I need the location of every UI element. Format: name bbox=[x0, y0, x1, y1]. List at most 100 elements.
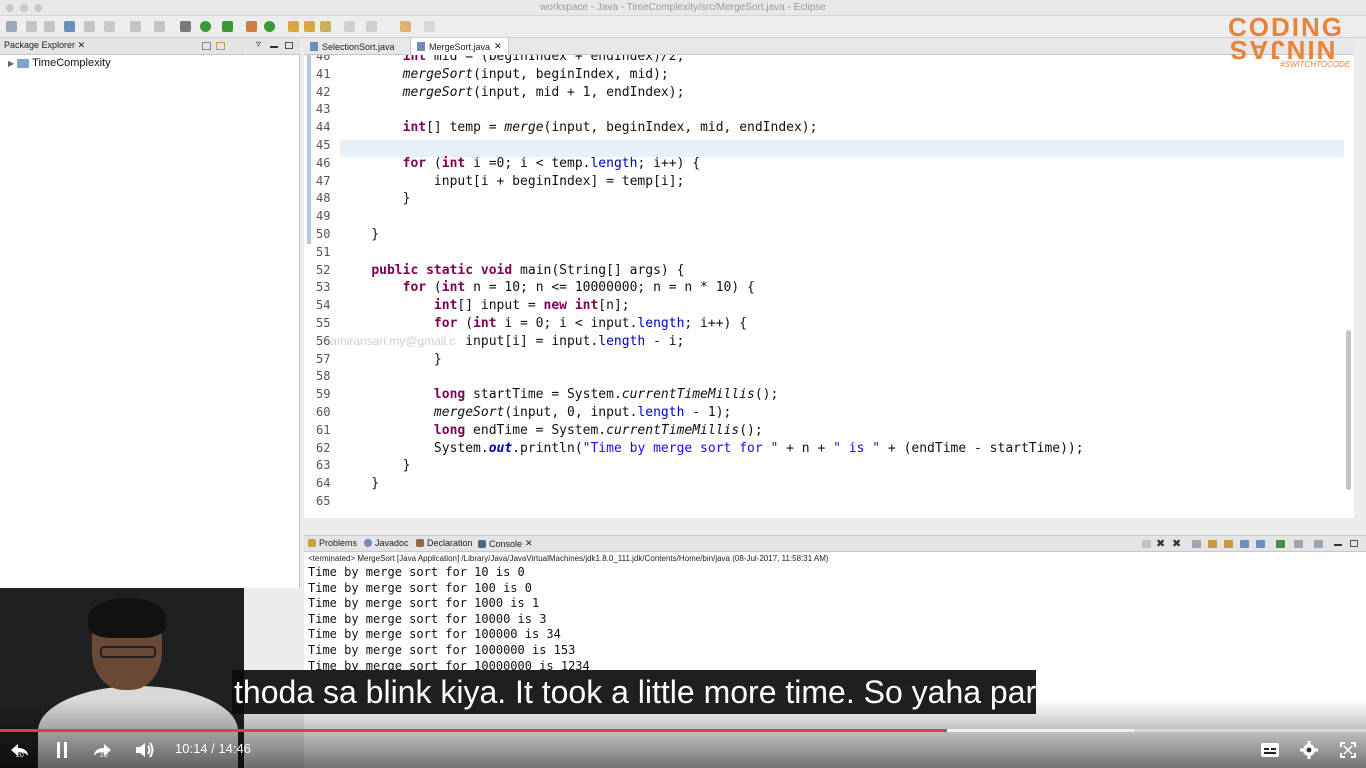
line-number: 62 bbox=[316, 440, 331, 455]
display-selected-console-icon[interactable] bbox=[1294, 540, 1303, 548]
pin-icon[interactable] bbox=[64, 21, 75, 32]
skip-forward-button[interactable]: 20 bbox=[88, 738, 116, 762]
editor-scrollbar[interactable] bbox=[1346, 330, 1351, 490]
remove-all-icon[interactable]: ✖ bbox=[1172, 537, 1181, 550]
line-number: 41 bbox=[316, 66, 331, 81]
tab-console[interactable]: Console ✕ bbox=[478, 538, 533, 549]
new-java-class-icon[interactable] bbox=[264, 21, 275, 32]
toggle-breadcrumb-icon[interactable] bbox=[84, 21, 95, 32]
line-code: int[] temp = merge(input, beginIndex, mi… bbox=[402, 120, 818, 136]
line-code: } bbox=[340, 227, 380, 242]
package-explorer-tabbar: Package Explorer ✕ ⋮ ▿ bbox=[0, 38, 300, 55]
debug-icon[interactable] bbox=[180, 21, 191, 32]
line-number: 63 bbox=[316, 458, 331, 473]
tab-label: Console bbox=[489, 538, 523, 549]
view-menu-icon[interactable]: ⋮ bbox=[238, 41, 247, 52]
current-line-highlight bbox=[340, 140, 1344, 157]
presenter-hair bbox=[88, 598, 166, 638]
package-explorer-tab-label: Package Explorer bbox=[4, 40, 76, 50]
open-type-icon[interactable] bbox=[288, 21, 299, 32]
code-text-area[interactable]: 40 int mid = (beginIndex + endIndex)/2; 4… bbox=[304, 55, 1354, 518]
line-code: System.out.println("Time by merge sort f… bbox=[340, 440, 1084, 456]
line-number: 61 bbox=[316, 422, 331, 437]
line-number: 44 bbox=[316, 120, 331, 135]
clear-console-icon[interactable] bbox=[1192, 540, 1201, 548]
console-icon bbox=[478, 539, 486, 548]
pin-console-icon[interactable] bbox=[1276, 540, 1285, 548]
remove-launch-icon[interactable]: ✖ bbox=[1156, 537, 1165, 550]
coding-ninjas-logo: CODING NINJAS #SWITCHTOCODE bbox=[1228, 12, 1358, 72]
forward-icon[interactable] bbox=[424, 21, 435, 32]
maximize-view-icon[interactable] bbox=[285, 42, 293, 49]
tab-mergesort[interactable]: MergeSort.java ✕ bbox=[410, 38, 509, 55]
scroll-lock-icon[interactable] bbox=[1208, 540, 1217, 548]
change-ruler bbox=[307, 55, 311, 244]
maximize-view-icon[interactable] bbox=[1350, 540, 1358, 547]
line-code: input[i + beginIndex] = temp[i]; bbox=[340, 173, 685, 189]
console-output-line: Time by merge sort for 1000000 is 153 bbox=[308, 643, 576, 657]
progress-played bbox=[0, 729, 947, 732]
line-number: 60 bbox=[316, 405, 331, 419]
line-number: 46 bbox=[316, 155, 331, 170]
save-icon[interactable] bbox=[26, 21, 37, 32]
expand-arrow-icon[interactable]: ▶ bbox=[8, 59, 14, 68]
window-titlebar: workspace - Java - TimeComplexity/src/Me… bbox=[0, 0, 1366, 16]
mark-occurrences-icon[interactable] bbox=[130, 21, 141, 32]
back-icon[interactable] bbox=[400, 21, 411, 32]
show-whitespace-icon[interactable] bbox=[154, 21, 165, 32]
chevron-down-icon[interactable]: ▿ bbox=[256, 39, 261, 50]
settings-button[interactable] bbox=[1297, 738, 1321, 762]
console-output-line: Time by merge sort for 10 is 0 bbox=[308, 565, 525, 579]
problems-icon bbox=[308, 539, 316, 547]
line-code: long endTime = System.currentTimeMillis(… bbox=[433, 422, 763, 438]
run-last-tool-icon[interactable] bbox=[222, 21, 233, 32]
close-icon[interactable]: ✕ bbox=[525, 538, 533, 549]
tab-selectionsort[interactable]: SelectionSort.java bbox=[304, 38, 401, 55]
tab-label: Declaration bbox=[427, 538, 473, 548]
close-icon[interactable]: ✕ bbox=[494, 41, 502, 52]
run-icon[interactable] bbox=[200, 21, 211, 32]
line-number: 58 bbox=[316, 369, 331, 384]
close-icon[interactable]: ✕ bbox=[78, 40, 86, 50]
show-console-stderr-icon[interactable] bbox=[1256, 540, 1265, 548]
collapse-all-icon[interactable] bbox=[202, 42, 211, 50]
line-number: 64 bbox=[316, 476, 331, 491]
line-number: 43 bbox=[316, 102, 331, 117]
word-wrap-icon[interactable] bbox=[1224, 540, 1233, 548]
skip-breakpoints-icon[interactable] bbox=[104, 21, 115, 32]
line-code: for (int n = 10; n <= 10000000; n = n * … bbox=[402, 280, 755, 296]
skip-forward-seconds: 20 bbox=[100, 752, 108, 759]
project-folder-icon bbox=[17, 58, 30, 68]
line-number: 40 bbox=[316, 55, 331, 63]
fullscreen-icon bbox=[1340, 742, 1356, 758]
package-explorer-tab[interactable]: Package Explorer ✕ bbox=[4, 40, 85, 51]
project-tree-item[interactable]: ▶ TimeComplexity bbox=[8, 57, 111, 69]
line-number: 45 bbox=[316, 138, 331, 152]
search-icon[interactable] bbox=[320, 21, 331, 32]
skip-back-button[interactable]: 20 bbox=[6, 738, 34, 762]
show-console-stdout-icon[interactable] bbox=[1240, 540, 1249, 548]
line-code: } bbox=[340, 351, 442, 367]
tab-javadoc[interactable]: Javadoc bbox=[364, 538, 409, 548]
minimize-view-icon[interactable] bbox=[270, 46, 278, 48]
open-console-icon[interactable] bbox=[1314, 540, 1323, 548]
javadoc-icon bbox=[364, 539, 372, 547]
next-annotation-icon[interactable] bbox=[344, 21, 355, 32]
fullscreen-button[interactable] bbox=[1336, 738, 1360, 762]
captions-button[interactable] bbox=[1258, 738, 1282, 762]
terminate-icon[interactable] bbox=[1142, 540, 1151, 548]
gear-icon bbox=[1300, 741, 1318, 759]
new-java-package-icon[interactable] bbox=[246, 21, 257, 32]
tab-problems[interactable]: Problems bbox=[308, 538, 357, 548]
pause-icon bbox=[57, 742, 67, 758]
volume-button[interactable] bbox=[132, 738, 158, 762]
console-output-line: Time by merge sort for 10000 is 3 bbox=[308, 611, 547, 626]
link-with-editor-icon[interactable] bbox=[216, 42, 225, 50]
tab-declaration[interactable]: Declaration bbox=[416, 538, 473, 548]
open-task-icon[interactable] bbox=[304, 21, 315, 32]
pause-button[interactable] bbox=[50, 738, 74, 762]
minimize-view-icon[interactable] bbox=[1334, 544, 1342, 546]
save-all-icon[interactable] bbox=[44, 21, 55, 32]
previous-annotation-icon[interactable] bbox=[366, 21, 377, 32]
new-icon[interactable] bbox=[6, 21, 17, 32]
